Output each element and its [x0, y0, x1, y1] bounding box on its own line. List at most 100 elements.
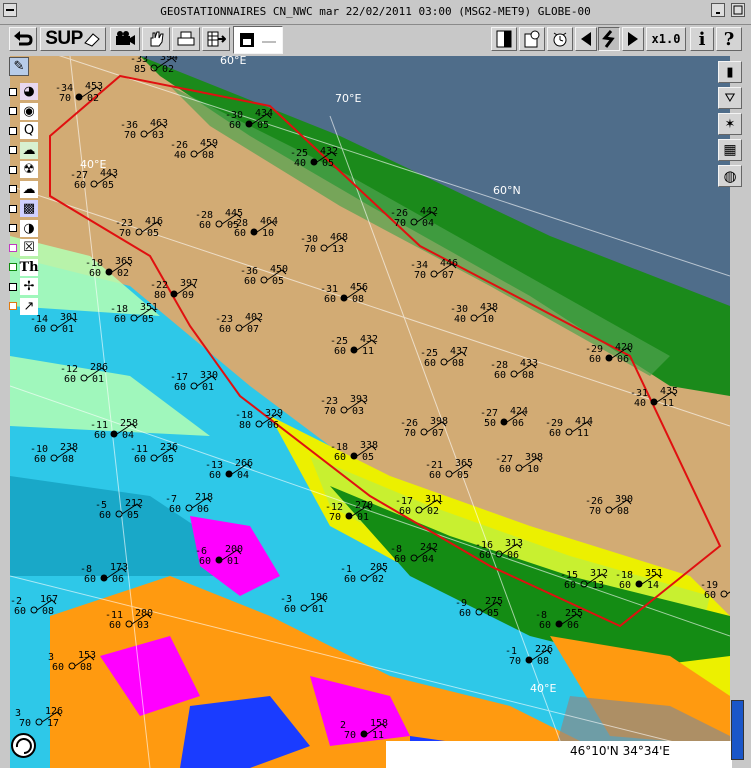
hand-button[interactable] [142, 27, 170, 51]
grid-button[interactable]: ▦ [718, 139, 742, 161]
globe-button[interactable]: ◍ [718, 165, 742, 187]
satellite-layer-checkbox[interactable] [9, 87, 17, 96]
arrow-layer-checkbox[interactable] [9, 302, 17, 310]
station-weather: 01 [62, 324, 74, 335]
station-dewpoint: 60 [589, 354, 601, 365]
station-dewpoint: 60 [429, 470, 441, 481]
station-weather: 02 [87, 93, 99, 104]
config-button[interactable] [519, 27, 545, 51]
bookmark-button[interactable]: ▮ [718, 61, 742, 83]
zone-layer-checkbox[interactable] [9, 243, 17, 252]
wind-layer-row[interactable]: ☁ [9, 141, 47, 160]
station-weather: 04 [237, 470, 249, 481]
station-marker [310, 158, 318, 166]
station-dewpoint: 70 [589, 506, 601, 517]
station-dewpoint: 60 [539, 620, 551, 631]
arrow-left-icon [581, 32, 591, 46]
station-weather: 02 [162, 64, 174, 75]
cloud-layer-row[interactable]: ☁ [9, 180, 47, 199]
station-marker [345, 512, 353, 520]
zone-layer-row[interactable]: ☒ [9, 238, 47, 257]
minimize-button[interactable] [711, 3, 725, 17]
filter-button[interactable]: ⛛ [718, 87, 742, 109]
flash-layer-icon: ✢ [20, 278, 38, 295]
sup-button[interactable]: SUP [40, 27, 106, 51]
analysis-layer-row[interactable]: Q [9, 121, 47, 140]
station-weather: 07 [247, 324, 259, 335]
previous-frame-button[interactable] [575, 27, 597, 51]
help-button[interactable]: ? [716, 27, 742, 51]
zoom-button[interactable]: x1.0 [646, 27, 686, 51]
camera-button[interactable] [110, 27, 140, 51]
station-dewpoint: 40 [454, 314, 466, 325]
display-mode-toggle[interactable] [233, 26, 283, 54]
lon-label-60e: 60°E [220, 56, 246, 67]
vertical-scrollbar[interactable] [731, 700, 744, 760]
station-weather: 08 [452, 358, 464, 369]
thunder-layer-row[interactable]: Th [9, 258, 47, 277]
station-weather: 08 [202, 150, 214, 161]
maximize-button[interactable] [731, 3, 745, 17]
cloud-layer-checkbox[interactable] [9, 185, 17, 193]
run-button[interactable]: ✶ [718, 113, 742, 135]
station-marker [525, 656, 533, 664]
print-button[interactable] [172, 27, 200, 51]
info-button[interactable]: i [690, 27, 714, 51]
station-dewpoint: 50 [484, 418, 496, 429]
undo-button[interactable] [9, 27, 37, 51]
station-marker [215, 556, 223, 564]
radar-layer-row[interactable]: ◉ [9, 102, 47, 121]
station-weather: 07 [442, 270, 454, 281]
fog-layer-icon: ▩ [20, 200, 38, 217]
layer-edit-button[interactable]: ✎ [9, 57, 47, 76]
precip-layer-checkbox[interactable] [9, 224, 17, 232]
station-dewpoint: 60 [619, 580, 631, 591]
edit-icon: ✎ [9, 57, 29, 76]
thunder-layer-checkbox[interactable] [9, 263, 17, 271]
flash-layer-row[interactable]: ✢ [9, 277, 47, 296]
station-dewpoint: 60 [14, 606, 26, 617]
radar-layer-icon: ◉ [20, 102, 38, 120]
lat-label-60n: 60°N [493, 184, 521, 197]
satellite-map[interactable]: 60°E 70°E 60°N 40°E 40°E -34 453 70 02 -33 39… [10, 56, 730, 768]
analysis-layer-checkbox[interactable] [9, 126, 17, 135]
split-view-button[interactable] [491, 27, 517, 51]
station-dewpoint: 70 [414, 270, 426, 281]
analysis-layer-icon: Q [20, 122, 38, 139]
station-weather: 05 [322, 158, 334, 169]
animation-timer-button[interactable] [547, 27, 573, 51]
rotate-view-button[interactable] [11, 733, 36, 758]
station-weather: 04 [122, 430, 134, 441]
arrow-layer-row[interactable]: ↗ [9, 297, 47, 316]
station-weather: 10 [262, 228, 274, 239]
layer-panel: ✎ ◕ ◉ Q ☁ ☢ ☁ ▩ ◑ ☒ Th ✢ ↗ [0, 56, 46, 386]
station-weather: 06 [617, 354, 629, 365]
station-marker [245, 120, 253, 128]
flash-layer-checkbox[interactable] [9, 282, 17, 291]
lightning-layer-checkbox[interactable] [9, 165, 17, 174]
hand-icon [150, 31, 164, 47]
radar-layer-checkbox[interactable] [9, 107, 17, 115]
station-weather: 08 [617, 506, 629, 517]
fog-layer-checkbox[interactable] [9, 204, 17, 213]
station-weather: 13 [332, 244, 344, 255]
satellite-layer-row[interactable]: ◕ [9, 82, 47, 101]
station-dewpoint: 70 [404, 428, 416, 439]
station-weather: 05 [147, 228, 159, 239]
next-frame-button[interactable] [622, 27, 644, 51]
station-weather: 11 [362, 346, 374, 357]
station-weather: 03 [137, 620, 149, 631]
station-dewpoint: 60 [52, 662, 64, 673]
lightning-layer-row[interactable]: ☢ [9, 160, 47, 179]
export-button[interactable] [202, 27, 230, 51]
printer-icon [177, 31, 195, 46]
precip-layer-row[interactable]: ◑ [9, 219, 47, 238]
lightning-layer-icon: ☢ [20, 161, 38, 178]
station-weather: 05 [272, 276, 284, 287]
wind-layer-checkbox[interactable] [9, 146, 17, 154]
station-weather: 08 [62, 454, 74, 465]
loop-button[interactable] [598, 27, 620, 51]
fog-layer-row[interactable]: ▩ [9, 199, 47, 218]
zoom-level: x1.0 [651, 32, 681, 46]
station-weather: 06 [567, 620, 579, 631]
